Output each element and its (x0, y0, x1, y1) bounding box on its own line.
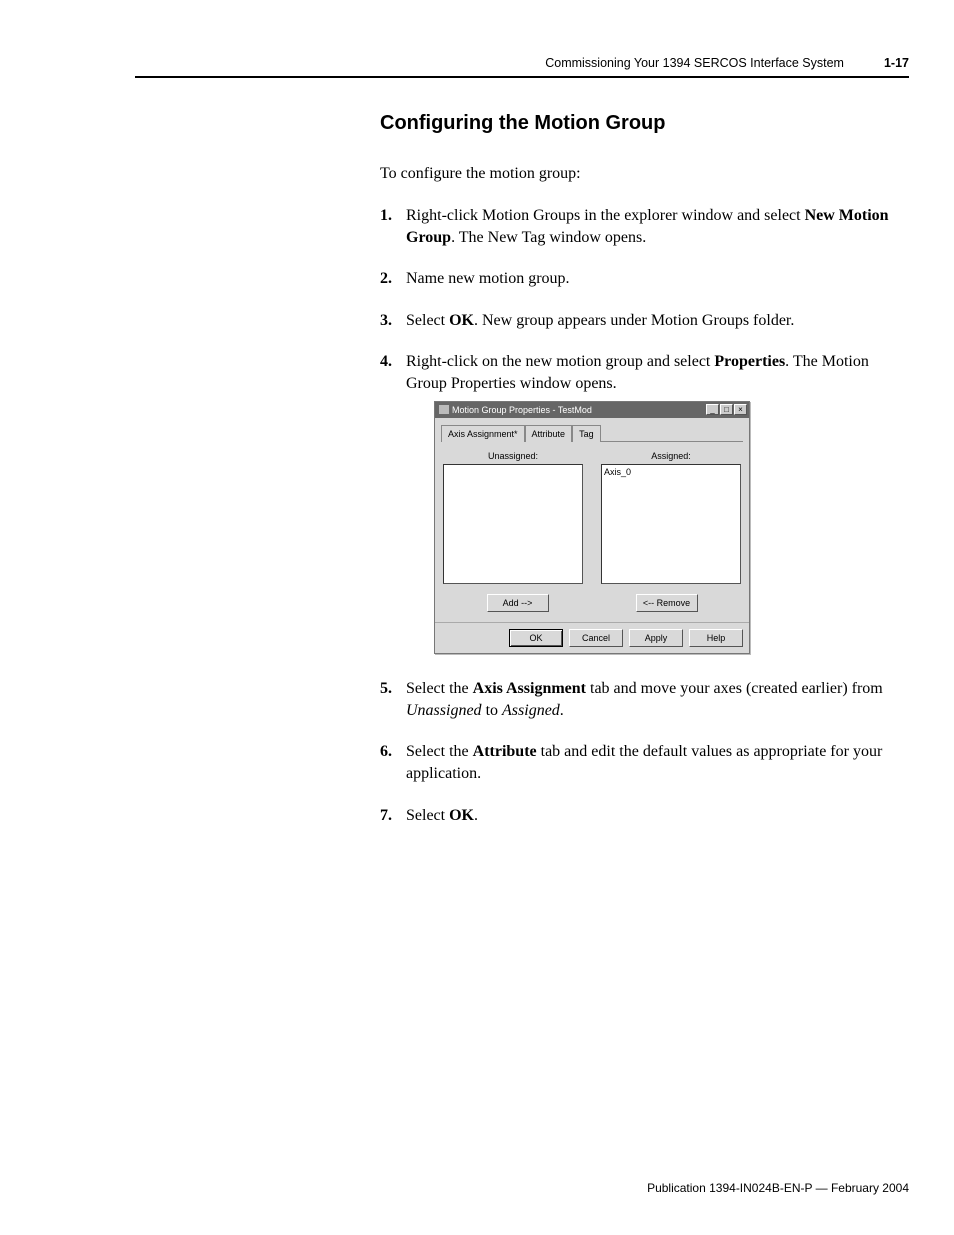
step-6: Select the Attribute tab and edit the de… (380, 741, 909, 784)
step-text: to (482, 702, 502, 719)
step-text: Select (406, 807, 449, 824)
add-button[interactable]: Add --> (487, 594, 549, 612)
step-text: . New group appears under Motion Groups … (474, 312, 794, 329)
minimize-button[interactable]: _ (706, 404, 719, 415)
italic-text: Assigned (502, 702, 560, 719)
bold-text: Properties (714, 353, 785, 370)
app-icon (439, 405, 449, 414)
tab-axis-assignment[interactable]: Axis Assignment* (441, 425, 525, 442)
unassigned-listbox[interactable] (443, 464, 583, 584)
step-3: Select OK. New group appears under Motio… (380, 310, 909, 332)
step-text: . The New Tag window opens. (451, 229, 646, 246)
page-number: 1-17 (884, 56, 909, 70)
publication-footer: Publication 1394-IN024B-EN-P — February … (647, 1181, 909, 1195)
step-7: Select OK. (380, 805, 909, 827)
step-text: Select (406, 312, 449, 329)
step-1: Right-click Motion Groups in the explore… (380, 205, 909, 248)
bold-text: OK (449, 312, 474, 329)
step-text: Select the (406, 680, 473, 697)
help-button[interactable]: Help (689, 629, 743, 647)
step-5: Select the Axis Assignment tab and move … (380, 678, 909, 721)
tab-attribute[interactable]: Attribute (525, 425, 573, 442)
bold-text: Axis Assignment (473, 680, 586, 697)
close-button[interactable]: × (734, 404, 747, 415)
step-text: Right-click on the new motion group and … (406, 353, 714, 370)
maximize-button[interactable]: □ (720, 404, 733, 415)
ok-button[interactable]: OK (509, 629, 563, 647)
header-rule (135, 76, 909, 78)
step-text: . (474, 807, 478, 824)
bold-text: Attribute (473, 743, 537, 760)
unassigned-label: Unassigned: (443, 450, 583, 462)
step-text: tab and move your axes (created earlier)… (586, 680, 883, 697)
lead-text: To configure the motion group: (380, 165, 909, 183)
assigned-label: Assigned: (601, 450, 741, 462)
italic-text: Unassigned (406, 702, 482, 719)
assigned-listbox[interactable]: Axis_0 (601, 464, 741, 584)
step-2: Name new motion group. (380, 268, 909, 290)
apply-button[interactable]: Apply (629, 629, 683, 647)
step-4: Right-click on the new motion group and … (380, 351, 909, 654)
motion-group-dialog: Motion Group Properties - TestMod _ □ × … (434, 401, 750, 655)
list-item[interactable]: Axis_0 (604, 466, 738, 478)
step-text: Select the (406, 743, 473, 760)
section-heading: Configuring the Motion Group (380, 112, 909, 135)
tab-tag[interactable]: Tag (572, 425, 601, 442)
step-text: . (560, 702, 564, 719)
dialog-titlebar[interactable]: Motion Group Properties - TestMod _ □ × (435, 402, 749, 418)
bold-text: OK (449, 807, 474, 824)
dialog-title: Motion Group Properties - TestMod (452, 404, 592, 416)
step-text: Name new motion group. (406, 270, 570, 287)
cancel-button[interactable]: Cancel (569, 629, 623, 647)
remove-button[interactable]: <-- Remove (636, 594, 698, 612)
step-text: Right-click Motion Groups in the explore… (406, 207, 805, 224)
header-title: Commissioning Your 1394 SERCOS Interface… (545, 56, 844, 70)
